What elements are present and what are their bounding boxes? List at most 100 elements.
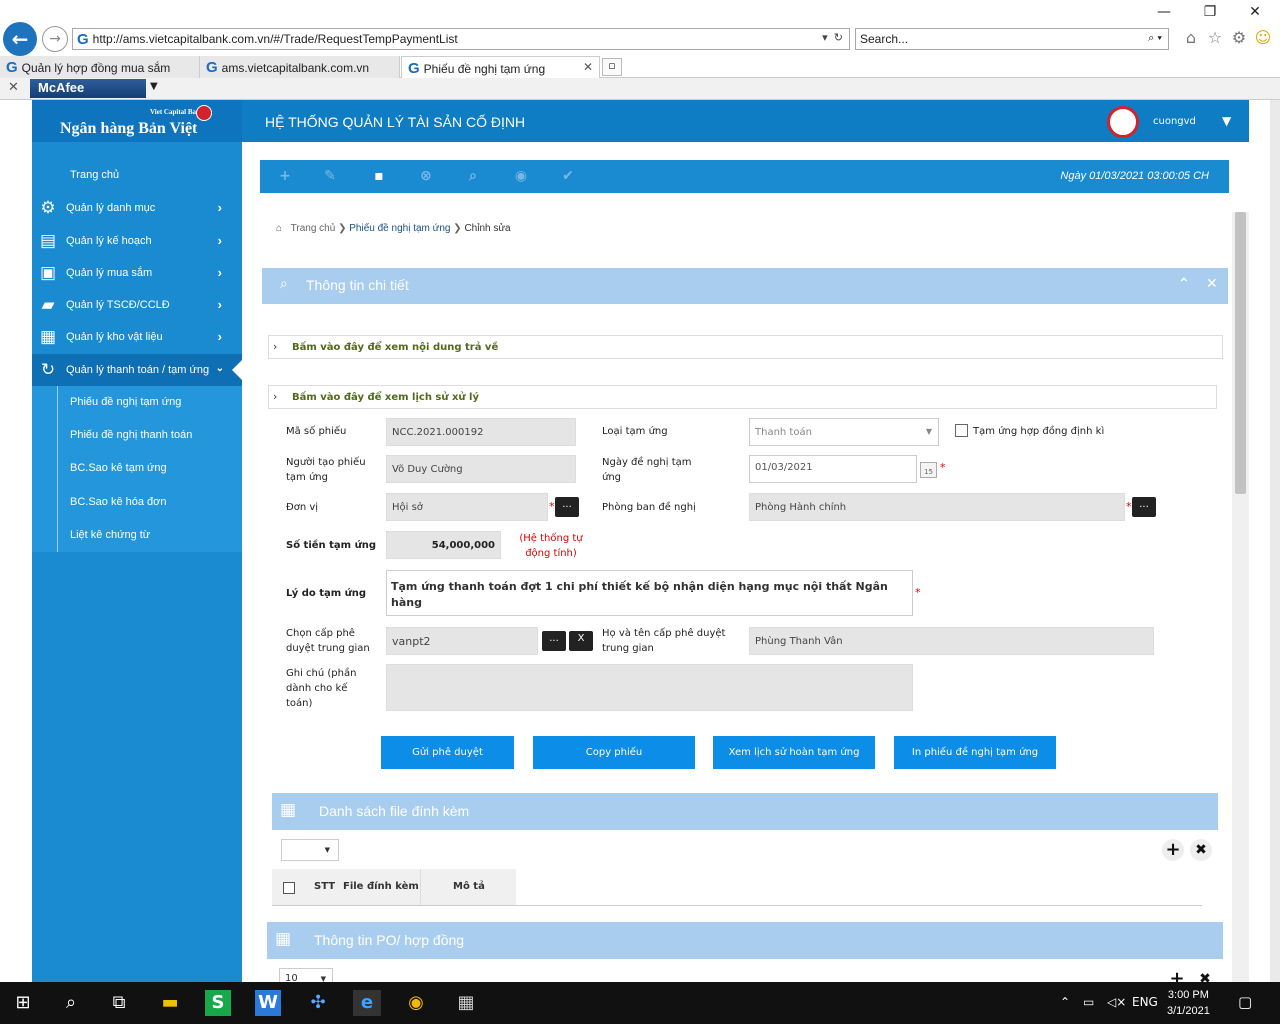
avatar[interactable] — [1107, 106, 1139, 138]
app-title: HỆ THỐNG QUẢN LÝ TÀI SẢN CỐ ĐỊNH — [265, 114, 526, 130]
content-scrollbar[interactable] — [1232, 212, 1249, 982]
tab-close-icon[interactable]: ✕ — [583, 60, 593, 74]
cancel-icon[interactable]: ⊗ — [417, 168, 435, 186]
writer-app-icon[interactable]: W — [255, 990, 281, 1016]
chrome-icon[interactable]: ◉ — [403, 990, 429, 1016]
notifications-icon[interactable]: ▢ — [1238, 993, 1252, 1011]
scrollbar-thumb[interactable] — [1235, 212, 1246, 494]
collapse-up-icon[interactable]: ⌃ — [1178, 276, 1190, 292]
cap-trung-gian-clear-button[interactable]: X — [569, 631, 593, 651]
loai-tam-ung-select[interactable]: Thanh toán ▼ — [749, 418, 939, 446]
nguoi-tao-field: Võ Duy Cường — [386, 455, 576, 483]
files-page-size-select[interactable]: ▼ — [281, 839, 339, 861]
po-page-size-select[interactable]: 10 ▼ — [279, 968, 333, 982]
refresh-icon[interactable]: ▾ ↻ — [822, 31, 843, 44]
minimize-icon[interactable]: — — [1150, 4, 1178, 24]
sidebar-item-thanh-toan[interactable]: ↻ Quản lý thanh toán / tạm ứng ⌄ — [32, 354, 242, 386]
breadcrumb-current: Chỉnh sửa — [464, 223, 511, 234]
file-explorer-icon[interactable]: ▬ — [157, 990, 183, 1016]
save-icon[interactable]: ▪ — [370, 168, 388, 186]
sidebar-item-mua-sam[interactable]: ▣ Quản lý mua sắm › — [32, 257, 242, 289]
tab-phieu-de-nghi[interactable]: G Phiếu đề nghị tạm ứng ✕ — [401, 56, 600, 78]
phong-ban-lookup-button[interactable]: ... — [1132, 497, 1156, 517]
tab-ams[interactable]: Gams.vietcapitalbank.com.vn — [200, 56, 400, 78]
internet-explorer-icon[interactable]: e — [353, 990, 381, 1016]
lookup-label: ... — [1139, 499, 1149, 510]
back-button[interactable]: ← — [3, 22, 37, 56]
network-icon[interactable]: ▭ — [1083, 995, 1094, 1009]
calendar-icon[interactable]: 15 — [920, 462, 937, 478]
gui-phe-duyet-button[interactable]: Gửi phê duyệt — [381, 736, 514, 769]
chevron-down-icon: ▼ — [925, 427, 932, 436]
search-icon[interactable]: ⌕ — [58, 990, 84, 1016]
add-file-icon[interactable]: + — [1162, 839, 1184, 861]
search-icon[interactable]: ⌕ — [464, 168, 482, 186]
task-view-icon[interactable]: ⧉ — [106, 990, 132, 1016]
submenu-item-phieu-tam-ung[interactable]: Phiếu đề nghị tạm ứng — [70, 396, 181, 408]
sidebar-item-ke-hoach[interactable]: ▤ Quản lý kế hoạch › — [32, 225, 242, 257]
in-phieu-button[interactable]: In phiếu đề nghị tạm ứng — [894, 736, 1056, 769]
hop-dong-dinh-ki-checkbox[interactable] — [955, 424, 968, 437]
submenu-item-liet-ke-chung-tu[interactable]: Liệt kê chứng từ — [70, 529, 150, 541]
system-clock[interactable]: 3:00 PM 3/1/2021 — [1167, 987, 1210, 1019]
input-language[interactable]: ENG — [1132, 995, 1158, 1009]
remove-file-icon[interactable]: ✖ — [1190, 839, 1212, 861]
edit-pencil-icon[interactable]: ✎ — [321, 168, 339, 186]
sidebar-item-danh-muc[interactable]: ⚙ Quản lý danh mục › — [32, 192, 242, 224]
address-bar[interactable]: G http://ams.vietcapitalbank.com.vn/#/Tr… — [72, 28, 850, 50]
breadcrumb-home[interactable]: Trang chủ — [291, 223, 336, 234]
submenu-item-sao-ke-tam-ung[interactable]: BC.Sao kê tạm ứng — [70, 462, 167, 474]
windows-start-icon[interactable]: ⊞ — [10, 990, 36, 1016]
cap-trung-gian-lookup-button[interactable]: ... — [542, 631, 566, 651]
close-window-icon[interactable]: ✕ — [1241, 4, 1269, 24]
settings-gear-icon[interactable]: ⚙ — [1228, 28, 1250, 50]
bank-logo[interactable]: Viet Capital Bank Ngân hàng Bản Việt — [32, 100, 242, 142]
ghi-chu-textarea — [386, 664, 913, 711]
add-po-icon[interactable]: + — [1166, 968, 1188, 982]
don-vi-lookup-button[interactable]: ... — [555, 497, 579, 517]
new-tab-icon[interactable]: ▫ — [602, 58, 622, 76]
return-content-toggle[interactable]: › Bấm vào đây để xem nội dung trả về — [268, 335, 1223, 359]
ho-ten-cap-field: Phùng Thanh Vân — [749, 627, 1154, 655]
select-all-checkbox[interactable] — [283, 882, 295, 894]
submenu-item-sao-ke-hoa-don[interactable]: BC.Sao kê hóa đơn — [70, 496, 167, 508]
approve-check-icon[interactable]: ✔ — [559, 168, 577, 186]
view-eye-icon[interactable]: ◉ — [512, 168, 530, 186]
smiley-feedback-icon[interactable]: ☺ — [1252, 28, 1274, 50]
close-panel-icon[interactable]: ✕ — [1206, 276, 1218, 292]
forward-button[interactable]: → — [42, 26, 68, 52]
username[interactable]: cuongvd — [1153, 116, 1196, 127]
remove-po-icon[interactable]: ✖ — [1194, 968, 1216, 982]
copy-phieu-button[interactable]: Copy phiếu — [533, 736, 695, 769]
sidebar-item-home[interactable]: Trang chủ — [32, 160, 242, 192]
sidebar-item-kho-vat-lieu[interactable]: ▦ Quản lý kho vật liệu › — [32, 321, 242, 353]
restore-icon[interactable]: ❐ — [1196, 4, 1224, 24]
network-app-icon[interactable]: ✣ — [305, 990, 331, 1016]
breadcrumb: ⌂ Trang chủ ❯ Phiếu đề nghị tạm ứng ❯ Ch… — [276, 223, 511, 234]
addon-dropdown-icon[interactable]: ▼ — [150, 81, 158, 92]
search-icon[interactable]: ⌕ ▾ — [1148, 32, 1162, 45]
show-hidden-icons-icon[interactable]: ⌃ — [1060, 995, 1070, 1009]
mcafee-logo[interactable]: McAfee — [30, 79, 146, 98]
ngay-de-nghi-input[interactable]: 01/03/2021 — [749, 455, 917, 483]
user-menu-caret-icon[interactable]: ▼ — [1222, 114, 1231, 128]
add-icon[interactable]: + — [276, 168, 294, 186]
home-icon[interactable]: ⌂ — [1180, 28, 1202, 50]
breadcrumb-parent[interactable]: Phiếu đề nghị tạm ứng — [349, 223, 450, 234]
close-addon-icon[interactable]: ✕ — [8, 80, 19, 95]
volume-muted-icon[interactable]: ◁× — [1107, 995, 1126, 1009]
favorites-star-icon[interactable]: ☆ — [1204, 28, 1226, 50]
history-toggle[interactable]: › Bấm vào đây để xem lịch sử xử lý — [268, 385, 1217, 409]
search-input[interactable]: Search... ⌕ ▾ — [855, 28, 1169, 50]
tab-hop-dong[interactable]: G Quản lý hợp đồng mua sắm — [0, 56, 200, 78]
tab-favicon-icon: G — [206, 59, 218, 76]
sidebar-item-tscd[interactable]: ▰ Quản lý TSCĐ/CCLĐ › — [32, 289, 242, 321]
page-scrollbar[interactable] — [1270, 100, 1280, 982]
ly-do-textarea[interactable]: Tạm ứng thanh toán đợt 1 chi phí thiết k… — [386, 570, 913, 616]
submenu-item-phieu-thanh-toan[interactable]: Phiếu đề nghị thanh toán — [70, 429, 192, 441]
home-icon[interactable]: ⌂ — [276, 223, 282, 234]
spreadsheet-app-icon[interactable]: S — [205, 990, 231, 1016]
calculator-app-icon[interactable]: ▦ — [453, 990, 479, 1016]
xem-lich-su-button[interactable]: Xem lịch sử hoàn tạm ứng — [713, 736, 875, 769]
page-size-value: 10 — [285, 973, 298, 982]
